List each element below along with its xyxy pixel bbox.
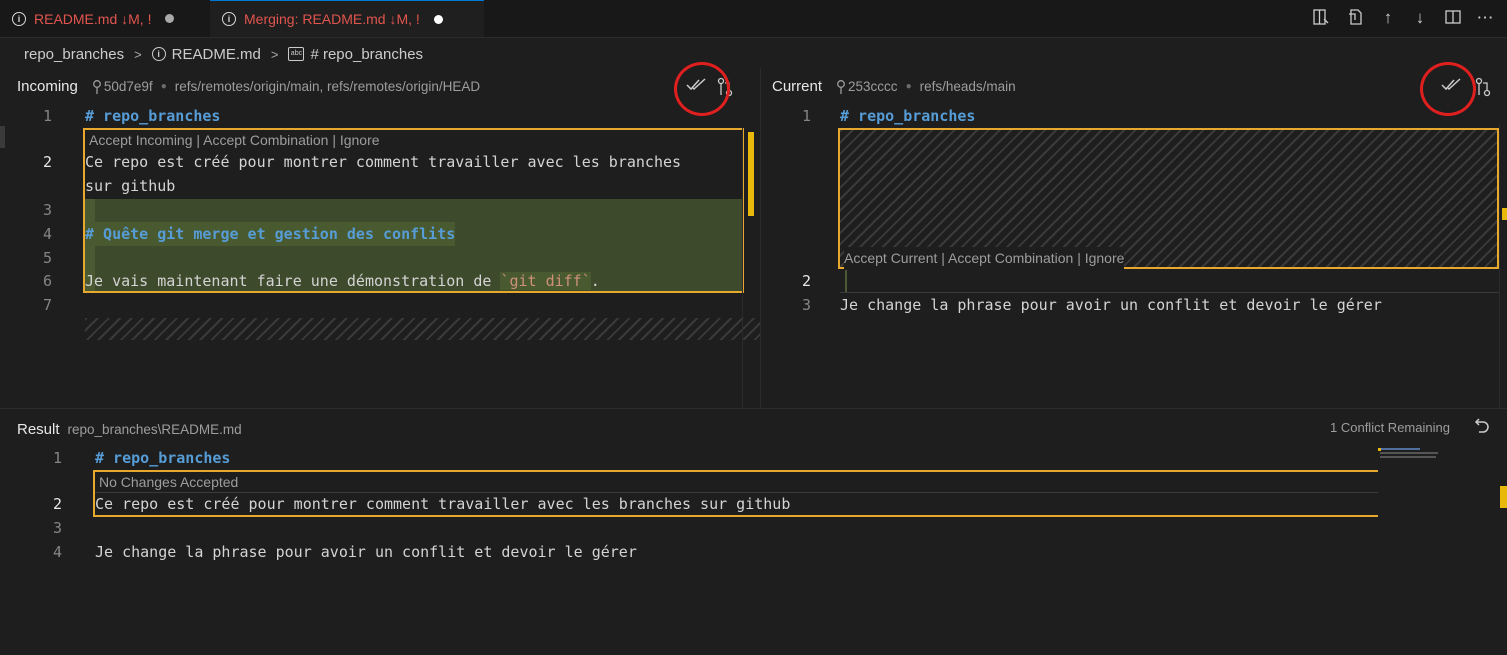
current-title: Current [772, 77, 823, 95]
code-text: Je vais maintenant faire une démonstrati… [85, 272, 501, 290]
result-codelens[interactable]: No Changes Accepted [99, 471, 238, 493]
breadcrumb-symbol[interactable]: # repo_branches [310, 46, 423, 63]
line-number: 1 [801, 107, 811, 125]
breadcrumb-file[interactable]: README.md [172, 46, 261, 63]
result-divider[interactable] [0, 408, 1507, 409]
separator-dot: ● [905, 80, 912, 92]
current-codelens[interactable]: Accept Current | Accept Combination | Ig… [844, 247, 1125, 269]
conflict-scroll-marker [748, 132, 754, 216]
breadcrumb: repo_branches > i README.md > abc # repo… [24, 44, 423, 64]
string-symbol-icon: abc [288, 47, 305, 61]
line-number: 2 [52, 495, 62, 513]
split-editor-icon[interactable] [1311, 8, 1331, 28]
tab-label: Merging: README.md [244, 11, 386, 27]
arrow-down-icon[interactable]: ↓ [1410, 8, 1430, 28]
result-title: Result [17, 420, 60, 438]
info-icon: i [222, 12, 236, 26]
code-line: Ce repo est créé pour montrer comment tr… [95, 495, 791, 513]
line-number: 5 [42, 249, 52, 267]
separator-dot: ● [160, 80, 167, 92]
code-line: Je change la phrase pour avoir un confli… [95, 543, 637, 561]
modified-dot-icon[interactable] [433, 14, 443, 24]
scroll-divider [742, 128, 743, 408]
incoming-codelens[interactable]: Accept Incoming | Accept Combination | I… [89, 129, 380, 151]
code-line: # repo_branches [95, 449, 231, 467]
breadcrumb-folder[interactable]: repo_branches [24, 46, 124, 63]
git-commit-icon [92, 78, 102, 94]
incoming-refs: refs/remotes/origin/main, refs/remotes/o… [174, 78, 481, 94]
tab-merging-readme[interactable]: i Merging: README.md ↓M, ! [210, 0, 484, 37]
conflict-scroll-marker [1500, 486, 1507, 508]
chevron-right-icon: > [134, 46, 142, 62]
line-number: 4 [42, 225, 52, 243]
current-refs: refs/heads/main [919, 78, 1016, 94]
line-number: 3 [801, 296, 811, 314]
line-number: 6 [42, 272, 52, 290]
minimap-conflict-marker [1378, 448, 1381, 451]
code-text: . [590, 272, 600, 290]
incoming-header: Incoming 50d7e9f ● refs/remotes/origin/m… [17, 74, 480, 98]
current-header: Current 253cccc ● refs/heads/main [772, 74, 1016, 98]
code-line: Ce repo est créé pour montrer comment tr… [85, 153, 682, 171]
line-number: 3 [42, 201, 52, 219]
code-line: # repo_branches [85, 107, 221, 125]
conflict-scroll-marker [1502, 208, 1507, 220]
scroll-divider [1499, 124, 1500, 408]
line-number: 2 [801, 272, 811, 290]
current-line-highlight [840, 270, 1499, 293]
code-line: # repo_branches [840, 107, 976, 125]
result-header: Result repo_branches\README.md [17, 417, 242, 441]
incoming-commit[interactable]: 50d7e9f [104, 79, 153, 94]
result-editor[interactable]: 1 # repo_branches No Changes Accepted 2 … [0, 446, 1507, 655]
more-icon[interactable]: ⋯ [1475, 8, 1495, 28]
cursor-margin [845, 270, 847, 292]
editor-gutter-marker [0, 126, 5, 148]
incoming-editor[interactable]: 1 # repo_branches Accept Incoming | Acce… [0, 104, 760, 408]
line-number: 4 [52, 543, 62, 561]
compare-changes-icon[interactable] [1474, 77, 1492, 100]
tab-status: ↓M, ! [389, 11, 420, 27]
reset-icon[interactable] [1472, 418, 1490, 441]
info-icon: i [12, 11, 26, 26]
line-number: 7 [42, 296, 52, 314]
current-editor[interactable]: 1 # repo_branches Accept Current | Accep… [761, 104, 1507, 408]
code-line: Je vais maintenant faire une démonstrati… [85, 269, 600, 293]
result-path: repo_branches\README.md [67, 421, 242, 437]
minimap[interactable] [1380, 448, 1440, 462]
tab-readme[interactable]: i README.md ↓M, ! [0, 0, 210, 37]
code-line: Je change la phrase pour avoir un confli… [840, 296, 1382, 314]
tab-status: ↓M, ! [121, 10, 152, 27]
info-icon: i [151, 47, 166, 61]
open-file-icon[interactable] [1346, 8, 1366, 28]
line-number: 1 [42, 107, 52, 125]
incoming-empty-hatch [85, 318, 760, 340]
tab-label: README.md [34, 10, 118, 27]
code-line-wrapped: sur github [85, 177, 176, 195]
tab-bar: i README.md ↓M, ! i Merging: README.md ↓… [0, 0, 1507, 38]
current-commit[interactable]: 253cccc [848, 79, 898, 94]
layout-icon[interactable] [1443, 8, 1463, 28]
code-span: `git diff` [500, 272, 591, 290]
arrow-up-icon[interactable]: ↑ [1378, 8, 1398, 28]
conflict-status[interactable]: 1 Conflict Remaining [1330, 420, 1450, 435]
line-number: 3 [52, 519, 62, 537]
git-commit-icon [836, 78, 846, 94]
line-number: 2 [42, 153, 52, 171]
code-line: # Quête git merge et gestion des conflit… [85, 222, 456, 246]
chevron-right-icon: > [270, 46, 279, 62]
modified-dot-icon[interactable] [165, 14, 175, 23]
line-number: 1 [52, 449, 62, 467]
incoming-title: Incoming [17, 77, 78, 95]
